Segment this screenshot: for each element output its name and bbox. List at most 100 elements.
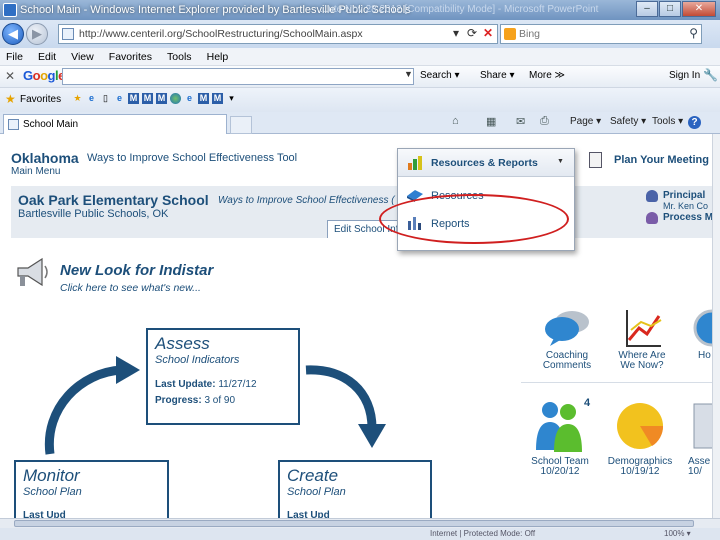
tile-date: 10/ bbox=[688, 466, 702, 477]
close-button[interactable]: ✕ bbox=[682, 1, 716, 17]
sign-in-link[interactable]: Sign In bbox=[669, 70, 700, 81]
ie-link-icon[interactable]: e bbox=[184, 93, 195, 104]
m-link-icon[interactable]: M bbox=[212, 93, 223, 104]
megaphone-icon[interactable] bbox=[14, 256, 50, 290]
person-icon bbox=[646, 190, 658, 202]
menu-edit[interactable]: Edit bbox=[32, 48, 62, 63]
google-search-input[interactable] bbox=[62, 68, 414, 85]
assess-card[interactable]: Assess School Indicators Last Update: 11… bbox=[146, 328, 300, 425]
page-link-icon[interactable]: ▯ bbox=[100, 93, 111, 104]
ie-link-icon[interactable]: e bbox=[86, 93, 97, 104]
address-actions: ▾ ⟳ ✕ bbox=[448, 24, 496, 42]
window-controls: – □ ✕ bbox=[635, 1, 716, 17]
monitor-card[interactable]: Monitor School Plan Last Upd bbox=[14, 460, 169, 518]
bar-chart-icon bbox=[408, 156, 422, 170]
highlight-circle bbox=[379, 194, 569, 244]
page-menu[interactable]: Page ▾ bbox=[570, 116, 601, 127]
menu-file[interactable]: File bbox=[0, 48, 29, 63]
assess-title: Assess bbox=[155, 334, 210, 353]
refresh-icon[interactable]: ⟳ bbox=[464, 24, 480, 42]
back-button[interactable]: ◀ bbox=[2, 23, 24, 45]
stop-icon[interactable]: ✕ bbox=[480, 24, 496, 42]
whats-new-link[interactable]: Click here to see what's new... bbox=[60, 282, 201, 294]
share-button[interactable]: Share ▾ bbox=[480, 70, 514, 81]
tile-demographics[interactable]: Demographics 10/19/12 bbox=[600, 398, 680, 477]
google-toolbar: ✕ Google ▼ Search ▾ Share ▾ More ≫ Sign … bbox=[0, 66, 720, 88]
school-name: Oak Park Elementary School bbox=[18, 192, 209, 208]
tile-coaching-comments[interactable]: Coaching Comments bbox=[527, 308, 607, 371]
m-link-icon[interactable]: M bbox=[142, 93, 153, 104]
m-link-icon[interactable]: M bbox=[156, 93, 167, 104]
help-icon[interactable]: ? bbox=[688, 116, 701, 129]
tile-divider bbox=[521, 382, 712, 383]
print-icon[interactable]: ⎙ bbox=[540, 115, 549, 128]
create-card[interactable]: Create School Plan Last Upd bbox=[278, 460, 432, 518]
create-last-update: Last Upd bbox=[287, 510, 330, 518]
globe-icon[interactable] bbox=[170, 93, 181, 104]
google-logo: Google bbox=[23, 68, 65, 83]
horizontal-scrollbar[interactable] bbox=[0, 518, 720, 528]
create-subtitle: School Plan bbox=[287, 486, 346, 498]
ie-app-icon bbox=[3, 3, 17, 17]
main-menu-link[interactable]: Main Menu bbox=[11, 166, 60, 177]
tile-assessments[interactable]: Asse 10/ bbox=[682, 398, 712, 477]
wrench-icon[interactable]: 🔧 bbox=[703, 68, 718, 82]
new-look-heading[interactable]: New Look for Indistar bbox=[60, 262, 213, 279]
assess-last-update: Last Update: 11/27/12 bbox=[155, 379, 257, 390]
add-favorite-icon[interactable]: ★ bbox=[72, 93, 83, 104]
search-box[interactable]: ⚲ bbox=[500, 24, 702, 44]
search-icon[interactable]: ⚲ bbox=[689, 26, 698, 40]
ie-link-icon[interactable]: e bbox=[114, 93, 125, 104]
assess-progress: Progress: 3 of 90 bbox=[155, 395, 236, 406]
favorites-links: ★ e ▯ e M M M e M M ▾ bbox=[72, 93, 240, 104]
menu-tools[interactable]: Tools bbox=[161, 48, 198, 63]
person-icon bbox=[646, 212, 658, 224]
m-link-icon[interactable]: M bbox=[128, 93, 139, 104]
create-title: Create bbox=[287, 466, 339, 485]
address-field[interactable]: http://www.centeril.org/SchoolRestructur… bbox=[58, 24, 498, 44]
help-circle-icon bbox=[693, 309, 712, 347]
menu-view[interactable]: View bbox=[65, 48, 100, 63]
district-name: Bartlesville Public Schools, OK bbox=[18, 208, 169, 220]
favorites-overflow-icon[interactable]: ▾ bbox=[226, 93, 237, 104]
tile-school-team[interactable]: School Team 10/20/12 bbox=[520, 398, 600, 477]
favorites-star-icon[interactable]: ★ bbox=[5, 92, 16, 106]
principal-name[interactable]: Mr. Ken Co bbox=[663, 201, 708, 211]
more-button[interactable]: More ≫ bbox=[529, 70, 565, 81]
new-tab-button[interactable] bbox=[230, 116, 252, 134]
tile-how[interactable]: Ho bbox=[672, 308, 712, 361]
school-header-panel: Oak Park Elementary School Ways to Impro… bbox=[11, 186, 712, 238]
google-search-dropdown-icon[interactable]: ▼ bbox=[404, 69, 413, 79]
cycle-arrow-left-icon bbox=[44, 356, 140, 455]
favorites-label[interactable]: Favorites bbox=[20, 94, 61, 105]
vertical-scrollbar[interactable] bbox=[712, 134, 720, 518]
feeds-icon[interactable]: ▦ bbox=[486, 115, 496, 128]
google-search-button[interactable]: Search ▾ bbox=[420, 70, 459, 81]
menu-favorites[interactable]: Favorites bbox=[103, 48, 158, 63]
brand-title[interactable]: Oklahoma bbox=[11, 150, 79, 166]
search-input[interactable] bbox=[519, 26, 684, 42]
mail-icon[interactable]: ✉ bbox=[516, 115, 525, 128]
resources-reports-menu-header[interactable]: Resources & Reports ▼ bbox=[398, 149, 574, 177]
plan-meeting-link[interactable]: Plan Your Meeting bbox=[614, 154, 709, 166]
zoom-level[interactable]: 100% ▾ bbox=[664, 529, 691, 538]
address-dropdown-icon[interactable]: ▾ bbox=[448, 24, 464, 42]
close-toolbar-icon[interactable]: ✕ bbox=[5, 69, 15, 83]
tile-where-are-we-now[interactable]: Where Are We Now? bbox=[602, 308, 682, 371]
m-link-icon[interactable]: M bbox=[198, 93, 209, 104]
people-icon bbox=[536, 402, 582, 452]
minimize-button[interactable]: – bbox=[636, 1, 658, 17]
address-bar-row: ◀ ▶ http://www.centeril.org/SchoolRestru… bbox=[0, 20, 720, 48]
safety-menu[interactable]: Safety ▾ bbox=[610, 116, 646, 127]
tile-label: We Now? bbox=[620, 360, 664, 371]
menu-help[interactable]: Help bbox=[201, 48, 235, 63]
forward-button[interactable]: ▶ bbox=[26, 23, 48, 45]
monitor-last-update: Last Upd bbox=[23, 510, 66, 518]
tools-menu[interactable]: Tools ▾ bbox=[652, 116, 683, 127]
maximize-button[interactable]: □ bbox=[659, 1, 681, 17]
scrollbar-thumb[interactable] bbox=[14, 520, 694, 527]
tile-date: 10/20/12 bbox=[540, 466, 580, 477]
home-icon[interactable]: ⌂ bbox=[452, 115, 459, 127]
tab-school-main[interactable]: School Main bbox=[3, 114, 227, 134]
address-url[interactable]: http://www.centeril.org/SchoolRestructur… bbox=[79, 28, 363, 40]
